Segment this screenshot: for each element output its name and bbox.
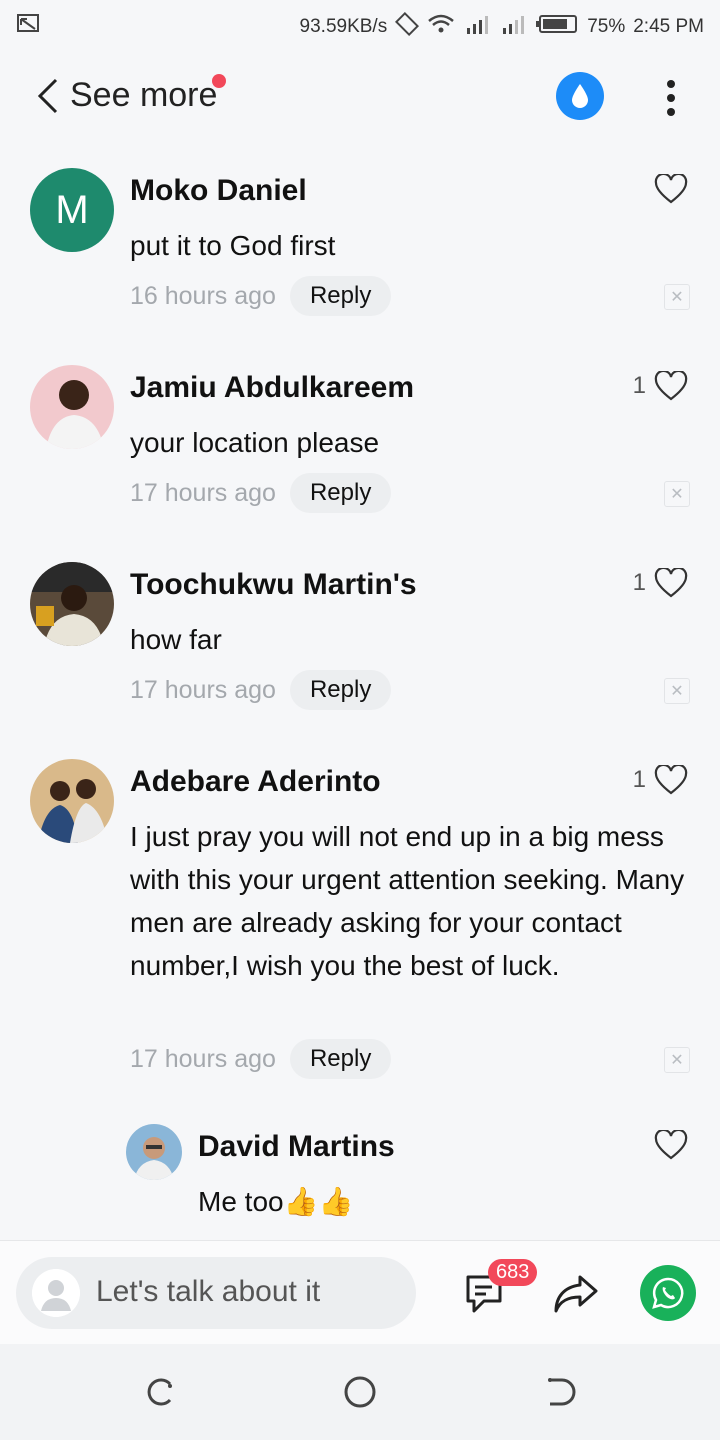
- comment-author[interactable]: Toochukwu Martin's: [130, 568, 417, 602]
- signal-icon: [463, 12, 491, 42]
- user-avatar-icon: [32, 1269, 80, 1317]
- like-button[interactable]: 1: [633, 371, 688, 401]
- comment-time: 17 hours ago: [130, 675, 276, 704]
- vertical-dots-icon: [667, 80, 675, 116]
- chevron-left-icon: [37, 78, 58, 114]
- see-more-label[interactable]: See more: [70, 76, 217, 115]
- status-bar: 93.59KB/s 75% 2:45 PM: [0, 0, 720, 48]
- comment-time: 16 hours ago: [130, 281, 276, 310]
- comment-author[interactable]: Adebare Aderinto: [130, 765, 381, 799]
- avatar[interactable]: [30, 759, 114, 843]
- back-nav-button[interactable]: [542, 1374, 578, 1410]
- like-count: 1: [632, 569, 646, 596]
- comment-author[interactable]: Jamiu Abdulkareem: [130, 371, 414, 405]
- comment-input[interactable]: Let's talk about it: [16, 1257, 416, 1329]
- network-speed: 93.59KB/s: [299, 16, 388, 37]
- comment-author[interactable]: Moko Daniel: [130, 174, 307, 208]
- avatar[interactable]: [126, 1124, 182, 1180]
- wifi-icon: [427, 13, 455, 41]
- signal-icon-2: [499, 12, 527, 42]
- like-count: 1: [632, 766, 646, 793]
- top-header: See more: [0, 48, 720, 144]
- comment-text: how far: [130, 624, 222, 655]
- whatsapp-icon: [652, 1277, 684, 1309]
- comment-time: 17 hours ago: [130, 1044, 276, 1073]
- input-placeholder: Let's talk about it: [96, 1275, 321, 1308]
- like-button[interactable]: 1: [633, 765, 688, 795]
- more-options-button[interactable]: [656, 76, 686, 120]
- battery-icon: [535, 13, 579, 41]
- share-button[interactable]: [552, 1271, 600, 1315]
- notification-dot: [212, 74, 226, 88]
- reply-button[interactable]: Reply: [289, 473, 392, 513]
- rotate-icon: [395, 11, 420, 42]
- close-icon[interactable]: ✕: [664, 481, 690, 507]
- home-circle-icon: [344, 1376, 376, 1408]
- whatsapp-button[interactable]: [640, 1265, 696, 1321]
- close-icon[interactable]: ✕: [664, 678, 690, 704]
- back-nav-icon: [548, 1378, 576, 1406]
- avatar[interactable]: [30, 562, 114, 646]
- avatar[interactable]: M: [30, 168, 114, 252]
- water-drop-icon: [572, 84, 588, 108]
- comment-text: put it to God first: [130, 230, 336, 261]
- comment-text: Me too👍👍: [198, 1186, 354, 1217]
- system-nav-bar: [0, 1344, 720, 1440]
- avatar[interactable]: [30, 365, 114, 449]
- like-button[interactable]: [646, 1130, 688, 1160]
- comment-time: 17 hours ago: [130, 478, 276, 507]
- comment-author[interactable]: David Martins: [198, 1130, 395, 1164]
- heart-icon: [654, 765, 688, 795]
- heart-icon: [654, 174, 688, 204]
- back-button[interactable]: [32, 76, 68, 116]
- close-icon[interactable]: ✕: [664, 1047, 690, 1073]
- comment-text: your location please: [130, 427, 380, 458]
- home-button[interactable]: [342, 1374, 378, 1410]
- comment-text: I just pray you will not end up in a big…: [130, 821, 685, 981]
- heart-icon: [654, 1130, 688, 1160]
- recent-apps-icon: [147, 1378, 172, 1406]
- reply-button[interactable]: Reply: [289, 276, 392, 316]
- comment-input-bar: Let's talk about it 683: [0, 1240, 720, 1345]
- battery-percent: 75%: [587, 16, 626, 37]
- like-count: 1: [632, 372, 646, 399]
- share-arrow-icon: [554, 1275, 598, 1313]
- reply-button[interactable]: Reply: [289, 670, 392, 710]
- heart-icon: [654, 568, 688, 598]
- reply-button[interactable]: Reply: [289, 1039, 392, 1079]
- comments-list[interactable]: M Moko Daniel put it to God first 16 hou…: [0, 144, 720, 1240]
- like-button[interactable]: 1: [633, 568, 688, 598]
- close-icon[interactable]: ✕: [664, 284, 690, 310]
- clock: 2:45 PM: [633, 16, 704, 37]
- comment-count-badge: 683: [488, 1259, 538, 1286]
- heart-icon: [654, 371, 688, 401]
- screen-cast-icon: [16, 12, 40, 40]
- recent-apps-button[interactable]: [142, 1374, 178, 1410]
- like-button[interactable]: [646, 174, 688, 204]
- drop-button[interactable]: [556, 72, 604, 120]
